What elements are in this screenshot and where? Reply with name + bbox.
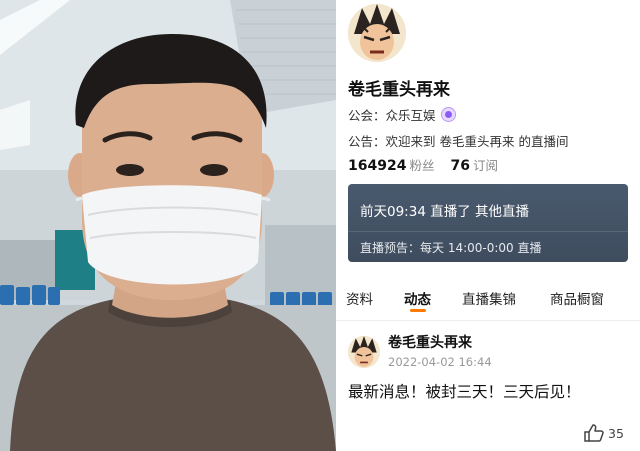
tab-live-highlights[interactable]: 直播集锦 xyxy=(462,288,516,308)
thumbs-up-icon xyxy=(584,424,604,442)
guild-label: 公会： xyxy=(348,108,386,123)
notice-text: 欢迎来到 卷毛重头再来 的直播间 xyxy=(385,134,569,149)
guild-row: 公会： 众乐互娱 xyxy=(348,105,456,124)
post-timestamp: 2022-04-02 16:44 xyxy=(388,355,492,369)
live-schedule-text: 直播预告：每天 14:00-0:00 直播 xyxy=(360,241,542,255)
guild-badge-icon xyxy=(440,107,456,122)
like-button[interactable]: 35 xyxy=(584,424,624,442)
subscriptions-label: 订阅 xyxy=(472,158,498,173)
post-author-avatar[interactable] xyxy=(348,336,380,368)
tab-feed[interactable]: 动态 xyxy=(404,288,431,312)
notice-row: 公告：欢迎来到 卷毛重头再来 的直播间 xyxy=(348,131,568,150)
selfie-photo xyxy=(0,0,336,451)
profile-panel: 卷毛重头再来 公会： 众乐互娱 公告：欢迎来到 卷毛重头再来 的直播间 1649… xyxy=(336,0,640,451)
followers-label: 粉丝 xyxy=(409,158,435,173)
tab-profile-info[interactable]: 资料 xyxy=(346,288,373,308)
anime-avatar-icon xyxy=(348,4,406,62)
like-count: 35 xyxy=(608,425,624,441)
post-content: 最新消息！被封三天！三天后见！ xyxy=(348,383,581,401)
anime-avatar-icon xyxy=(348,336,380,368)
selfie-illustration xyxy=(0,0,336,451)
last-live-text: 前天09:34 直播了 其他直播 xyxy=(360,204,529,220)
tabs-divider xyxy=(336,320,640,321)
live-info-card[interactable]: 前天09:34 直播了 其他直播 直播预告：每天 14:00-0:00 直播 xyxy=(348,184,628,262)
notice-label: 公告： xyxy=(348,134,386,149)
guild-name[interactable]: 众乐互娱 xyxy=(386,105,436,124)
subscriptions-count[interactable]: 76 xyxy=(450,158,469,174)
profile-username: 卷毛重头再来 xyxy=(348,80,450,100)
post-author-name[interactable]: 卷毛重头再来 xyxy=(388,332,472,352)
profile-tabs: 资料 动态 直播集锦 商品橱窗 xyxy=(336,288,640,314)
followers-count[interactable]: 164924 xyxy=(348,158,406,174)
live-card-divider xyxy=(348,231,628,232)
stats-row: 164924 粉丝 76 订阅 xyxy=(348,155,498,174)
tab-shop-window[interactable]: 商品橱窗 xyxy=(550,288,604,308)
profile-avatar[interactable] xyxy=(348,4,406,62)
